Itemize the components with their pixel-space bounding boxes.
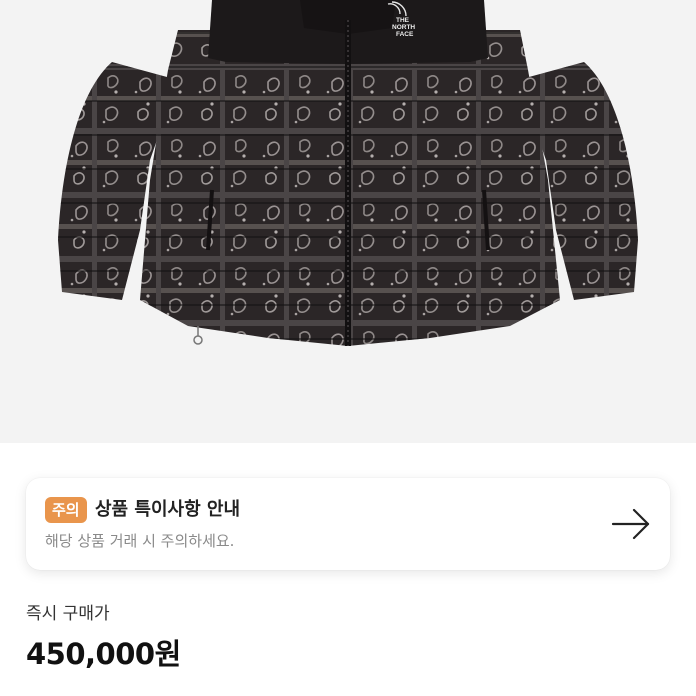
product-image[interactable]: THE NORTH FACE bbox=[0, 0, 696, 443]
instant-buy-price-value: 450,000원 bbox=[26, 637, 181, 671]
svg-text:NORTH: NORTH bbox=[392, 24, 415, 31]
svg-text:THE: THE bbox=[396, 17, 410, 24]
product-notice-card[interactable]: 주의 상품 특이사항 안내 해당 상품 거래 시 주의하세요. bbox=[26, 478, 670, 570]
arrow-right-icon[interactable] bbox=[610, 504, 654, 544]
notice-description: 해당 상품 거래 시 주의하세요. bbox=[45, 532, 235, 550]
notice-title: 상품 특이사항 안내 bbox=[95, 499, 241, 520]
caution-badge: 주의 bbox=[45, 497, 87, 523]
product-page: THE NORTH FACE 주의 상품 특이사항 안내 해당 상품 거래 시 … bbox=[0, 0, 696, 696]
svg-text:FACE: FACE bbox=[396, 31, 414, 38]
jacket-illustration: THE NORTH FACE bbox=[58, 0, 638, 346]
instant-buy-price-label: 즉시 구매가 bbox=[26, 604, 110, 624]
